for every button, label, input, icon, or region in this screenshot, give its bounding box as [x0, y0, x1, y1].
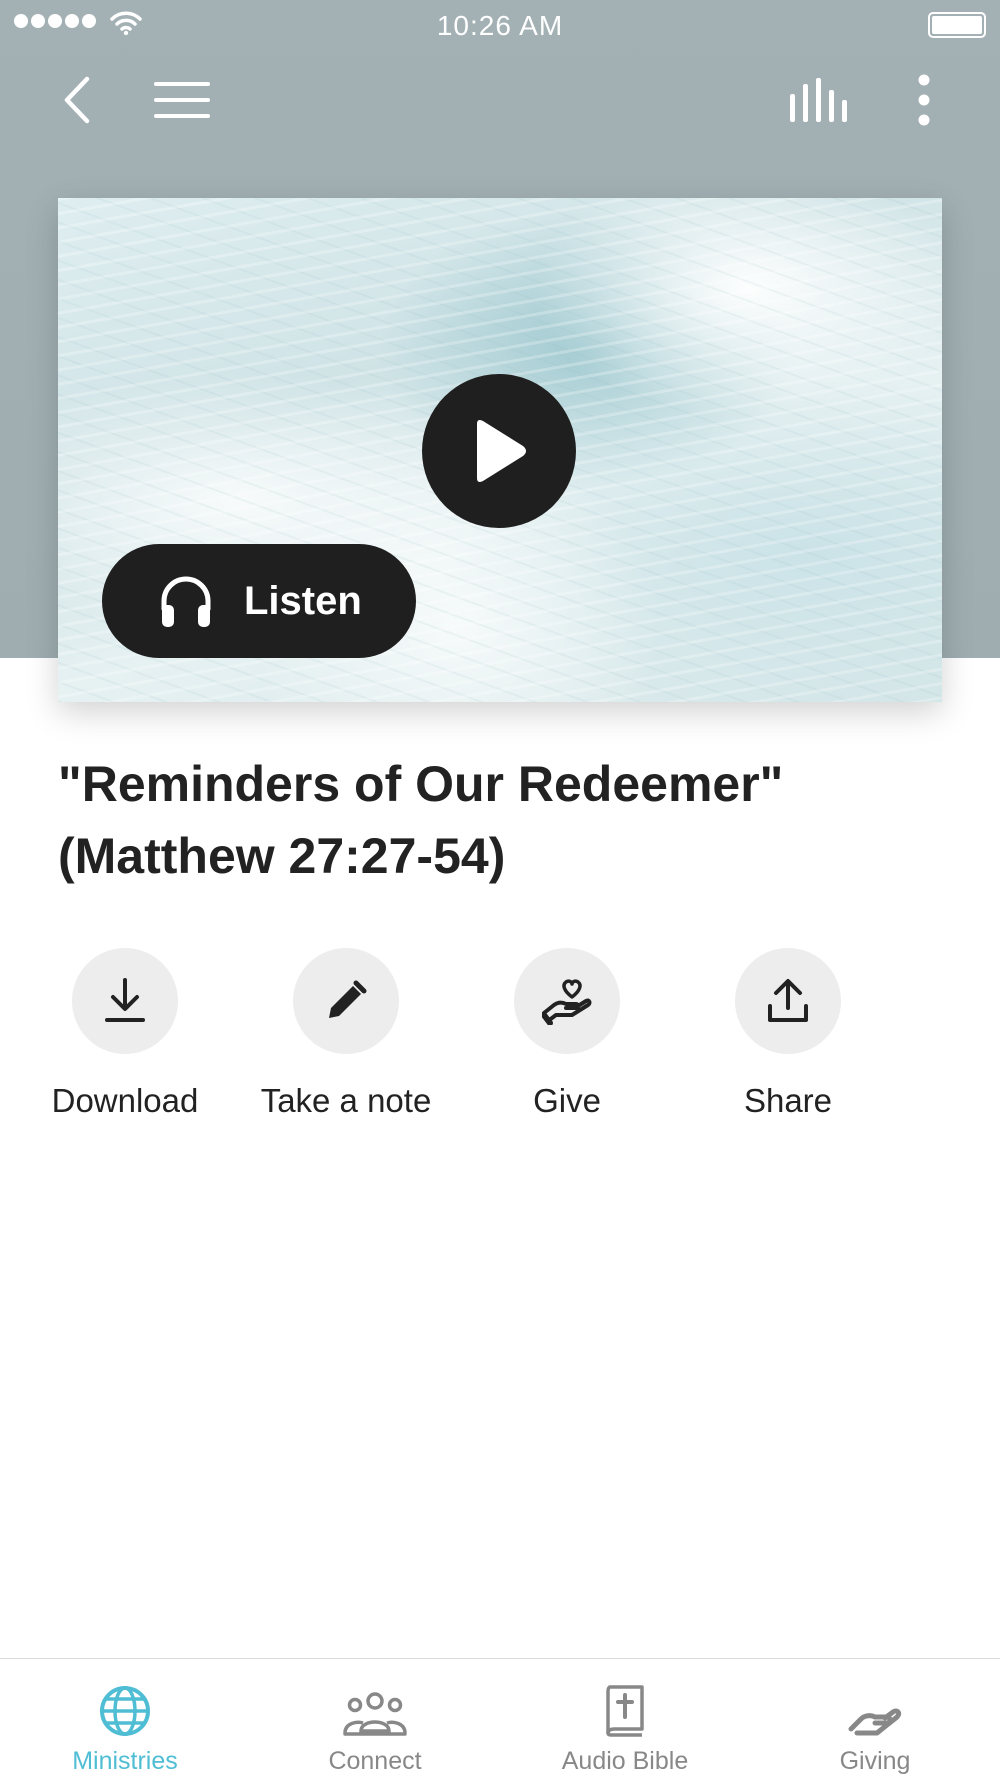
audio-bars-icon: [790, 78, 847, 122]
audio-bars-button[interactable]: [782, 70, 854, 130]
give-label: Give: [533, 1082, 601, 1119]
tab-connect-label: Connect: [328, 1747, 422, 1775]
tab-ministries-label: Ministries: [72, 1747, 178, 1775]
tab-giving-label: Giving: [839, 1747, 911, 1775]
bottom-tab-bar: Ministries Connect Audio Bible Giving: [0, 1658, 1000, 1778]
giving-hand-icon: [848, 1708, 902, 1736]
download-icon: [105, 978, 145, 1022]
pencil-icon: [329, 980, 367, 1018]
sermon-title: "Reminders of Our Redeemer" (Matthew 27:…: [58, 756, 784, 884]
download-circle[interactable]: [72, 948, 178, 1054]
hamburger-menu-icon: [154, 82, 210, 118]
listen-label: Listen: [244, 578, 362, 623]
share-circle[interactable]: [735, 948, 841, 1054]
tab-ministries[interactable]: Ministries: [0, 1659, 250, 1778]
play-icon: [477, 420, 526, 482]
download-label: Download: [51, 1082, 199, 1119]
heart-hand-icon: [542, 979, 592, 1025]
listen-button[interactable]: Listen: [102, 544, 416, 658]
headphones-icon: [161, 576, 211, 627]
back-button[interactable]: [48, 70, 104, 130]
tab-connect[interactable]: Connect: [250, 1659, 500, 1778]
more-options-button[interactable]: [900, 70, 948, 130]
tab-audio-bible[interactable]: Audio Bible: [500, 1659, 750, 1778]
bible-icon: [606, 1685, 644, 1737]
action-row: Download Take a note Give Share: [52, 948, 942, 1128]
give-circle[interactable]: [514, 948, 620, 1054]
share-button[interactable]: Share: [688, 948, 888, 1120]
give-button[interactable]: Give: [467, 948, 667, 1120]
tab-audio-bible-label: Audio Bible: [561, 1747, 689, 1775]
tab-giving[interactable]: Giving: [750, 1659, 1000, 1778]
people-group-icon: [343, 1692, 407, 1736]
play-button[interactable]: [422, 374, 576, 528]
status-time: 10:26 AM: [436, 10, 564, 41]
take-note-circle[interactable]: [293, 948, 399, 1054]
share-label: Share: [743, 1082, 833, 1119]
menu-button[interactable]: [148, 70, 216, 130]
sermon-hero-image: Listen: [58, 198, 942, 702]
vertical-ellipsis-icon: [918, 74, 930, 126]
take-note-button[interactable]: Take a note: [246, 948, 446, 1120]
take-note-label: Take a note: [260, 1082, 432, 1119]
chevron-left-icon: [64, 76, 90, 124]
download-button[interactable]: Download: [25, 948, 225, 1120]
share-upload-icon: [768, 979, 808, 1022]
globe-icon: [100, 1686, 150, 1736]
battery-icon: [928, 12, 986, 38]
status-bar: 10:26 AM: [0, 0, 1000, 50]
